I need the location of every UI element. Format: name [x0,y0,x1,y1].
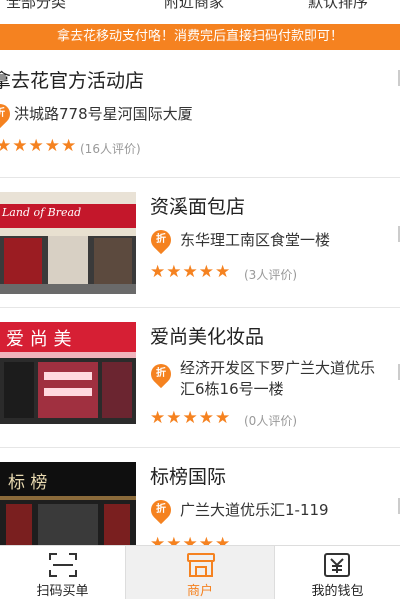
location-pin-icon: 折 [0,99,15,129]
location-pin-icon: 折 [146,225,176,255]
scan-icon [49,553,77,577]
wallet-icon [324,553,350,577]
review-count: (16人评价) [80,142,141,156]
filter-tab-category[interactable]: 全部分类 [6,0,66,12]
merchant-address: 洪城路778号星河国际大厦 [14,105,193,123]
rating-stars: ★★★★★ [150,408,232,428]
item-edge-mark [395,364,400,380]
merchant-address: 广兰大道优乐汇1-119 [180,501,329,519]
tab-label: 商户 [186,584,213,599]
merchant-item[interactable]: 拿去花官方活动店 折 洪城路778号星河国际大厦 ★★★★★ (16人评价) [0,50,400,178]
rating-stars: ★★★★★ [0,136,78,156]
merchant-name: 资溪面包店 [150,196,246,218]
shop-icon [187,553,215,577]
item-edge-mark [395,226,400,242]
item-edge-mark [395,70,400,86]
location-pin-icon: 折 [146,359,176,389]
tab-my-wallet[interactable]: 我的钱包 [275,546,400,599]
discount-badge-glyph: 折 [0,108,5,119]
filter-tab-sort[interactable]: 默认排序 [308,0,368,12]
rating-stars: ★★★★★ [150,262,232,282]
location-pin-icon: 折 [146,495,176,525]
tab-label: 我的钱包 [311,584,364,599]
merchant-name: 标榜国际 [150,466,227,488]
notice-banner: 拿去花移动支付咯！消费完后直接扫码付款即可！ [0,24,400,50]
shop-sign-text: Land of Bread [2,206,82,219]
merchant-name: 爱尚美化妆品 [150,326,265,348]
review-count: (3人评价) [244,268,297,282]
shop-sign-text: 爱 尚 美 [6,329,72,350]
merchant-item[interactable]: 爱 尚 美 爱尚美化妆品 折 经济开发区下罗广兰大道优乐汇6栋16号一楼 ★★★… [0,308,400,448]
tab-label: 扫码买单 [36,584,89,599]
merchant-photo: 标 榜 [0,462,136,545]
top-filter-bar: 全部分类 附近商家 默认排序 [0,0,400,24]
merchant-photo: 爱 尚 美 [0,322,136,424]
merchant-item[interactable]: Land of Bread 资溪面包店 折 东华理工南区食堂一楼 ★★★★★ (… [0,178,400,308]
filter-tab-nearby[interactable]: 附近商家 [164,0,224,12]
discount-badge-glyph: 折 [156,368,166,379]
review-count: (0人评价) [244,414,297,428]
shop-sign-text: 标 榜 [8,473,48,493]
tab-scan-pay[interactable]: 扫码买单 [0,546,125,599]
merchant-photo: Land of Bread [0,192,136,294]
merchant-name: 拿去花官方活动店 [0,70,145,92]
discount-badge-glyph: 折 [156,234,166,245]
merchant-item[interactable]: 标 榜 标榜国际 折 广兰大道优乐汇1-119 ★★★★★ [0,448,400,545]
merchant-address: 经济开发区下罗广兰大道优乐汇6栋16号一楼 [180,359,376,398]
discount-badge-glyph: 折 [156,504,166,515]
merchant-list: 拿去花官方活动店 折 洪城路778号星河国际大厦 ★★★★★ (16人评价) L… [0,50,400,545]
tab-merchants[interactable]: 商户 [125,546,275,599]
rating-stars: ★★★★★ [150,534,232,545]
item-edge-mark [395,498,400,514]
bottom-tab-bar: 扫码买单 商户 我的钱包 [0,545,400,599]
merchant-address: 东华理工南区食堂一楼 [180,231,331,249]
